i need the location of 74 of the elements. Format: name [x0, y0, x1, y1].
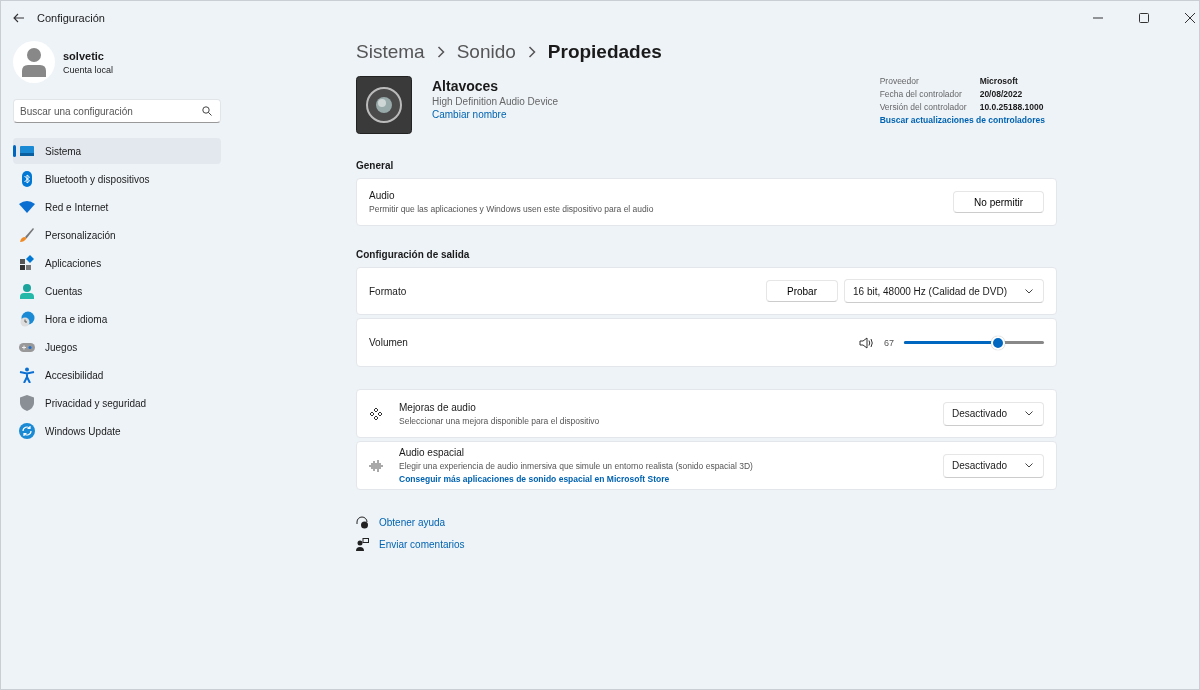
store-link[interactable]: Conseguir más aplicaciones de sonido espacial en Microsoft Store [399, 474, 753, 484]
driver-info-label: Fecha del controlador [879, 89, 963, 99]
feedback-icon [356, 538, 369, 551]
accessibility-icon [19, 367, 35, 383]
sound-wave-icon [369, 459, 383, 472]
sidebar-item[interactable]: Privacidad y seguridad [13, 390, 221, 416]
sidebar-item[interactable]: Bluetooth y dispositivos [13, 166, 221, 192]
setting-title: Audio espacial [399, 447, 466, 458]
avatar [13, 41, 55, 83]
brush-icon [19, 227, 35, 243]
sidebar-item[interactable]: Aplicaciones [13, 250, 221, 276]
wifi-icon [19, 199, 35, 215]
search-field[interactable]: Buscar una configuración [13, 99, 221, 123]
chevron-down-icon [1025, 411, 1033, 416]
device-name: Altavoces [432, 78, 500, 94]
person-icon [19, 283, 35, 299]
sidebar-item[interactable]: Personalización [13, 222, 221, 248]
window-title: Configuración [37, 12, 105, 24]
help-link[interactable]: Obtener ayuda [379, 517, 446, 528]
sidebar-item[interactable]: Accesibilidad [13, 362, 221, 388]
shield-icon [19, 395, 35, 411]
sidebar-item[interactable]: Red e Internet [13, 194, 221, 220]
bluetooth-icon [19, 171, 35, 187]
apps-icon [19, 255, 35, 271]
setting-title: Volumen [369, 337, 408, 348]
setting-dropdown[interactable]: Desactivado [942, 401, 1044, 426]
breadcrumb-item[interactable]: Sistema [356, 41, 425, 63]
close-icon[interactable] [1185, 13, 1195, 23]
speaker-icon [859, 336, 874, 349]
account-type: Cuenta local [63, 64, 114, 75]
chevron-down-icon [1025, 463, 1033, 468]
disallow-button[interactable]: No permitir [953, 191, 1044, 213]
driver-info-label: Versión del controlador [879, 102, 968, 112]
breadcrumb-item: Propiedades [547, 41, 662, 63]
driver-info-label: Proveedor [879, 76, 920, 86]
help-icon [356, 516, 369, 529]
setting-title: Audio [369, 190, 396, 201]
user-name: solvetic [63, 49, 105, 62]
monitor-icon [19, 143, 35, 159]
device-description: High Definition Audio Device [432, 96, 559, 107]
section-heading: General [356, 160, 395, 171]
sidebar-item[interactable]: Windows Update [13, 418, 221, 444]
volume-reading: 67 [884, 337, 894, 348]
sidebar-item[interactable]: Juegos [13, 334, 221, 360]
sidebar-item[interactable]: Sistema [13, 138, 221, 164]
back-icon[interactable] [13, 13, 25, 23]
chevron-down-icon [1025, 288, 1033, 294]
setting-description: Permitir que las aplicaciones y Windows usen este dispositivo para el audio [369, 204, 654, 214]
sidebar-item[interactable]: Hora e idioma [13, 306, 221, 332]
search-icon [202, 106, 212, 116]
speaker-device-icon [356, 76, 412, 134]
setting-description: Elegir una experiencia de audio inmersiva que simule un entorno realista (sonido espacial 3D) [399, 461, 753, 471]
section-heading: Configuración de salida [356, 249, 471, 260]
sidebar-item[interactable]: Cuentas [13, 278, 221, 304]
driver-update-link[interactable]: Buscar actualizaciones de controladores [879, 115, 1045, 125]
setting-title: Mejoras de audio [399, 401, 477, 413]
format-dropdown[interactable]: 16 bit, 48000 Hz (Calidad de DVD) [844, 279, 1044, 303]
refresh-icon [19, 423, 35, 439]
setting-title: Formato [369, 285, 407, 297]
setting-description: Seleccionar una mejora disponible para el dispositivo [399, 415, 600, 426]
test-button[interactable]: Probar [766, 280, 838, 302]
clock-globe-icon [19, 311, 35, 327]
maximize-icon[interactable] [1139, 13, 1149, 23]
driver-info-value: Microsoft [979, 76, 1019, 86]
driver-info-value: 10.0.25188.1000 [979, 102, 1045, 112]
chevron-right-icon [527, 46, 536, 58]
help-link[interactable]: Enviar comentarios [379, 539, 465, 550]
slider-thumb[interactable] [990, 336, 1005, 350]
driver-info-value: 20/08/2022 [979, 89, 1024, 99]
breadcrumb-item[interactable]: Sonido [456, 41, 516, 63]
sparkle-icon [369, 406, 383, 421]
chevron-right-icon [436, 46, 445, 58]
rename-link[interactable]: Cambiar nombre [432, 109, 559, 120]
setting-dropdown[interactable]: Desactivado [942, 453, 1044, 478]
